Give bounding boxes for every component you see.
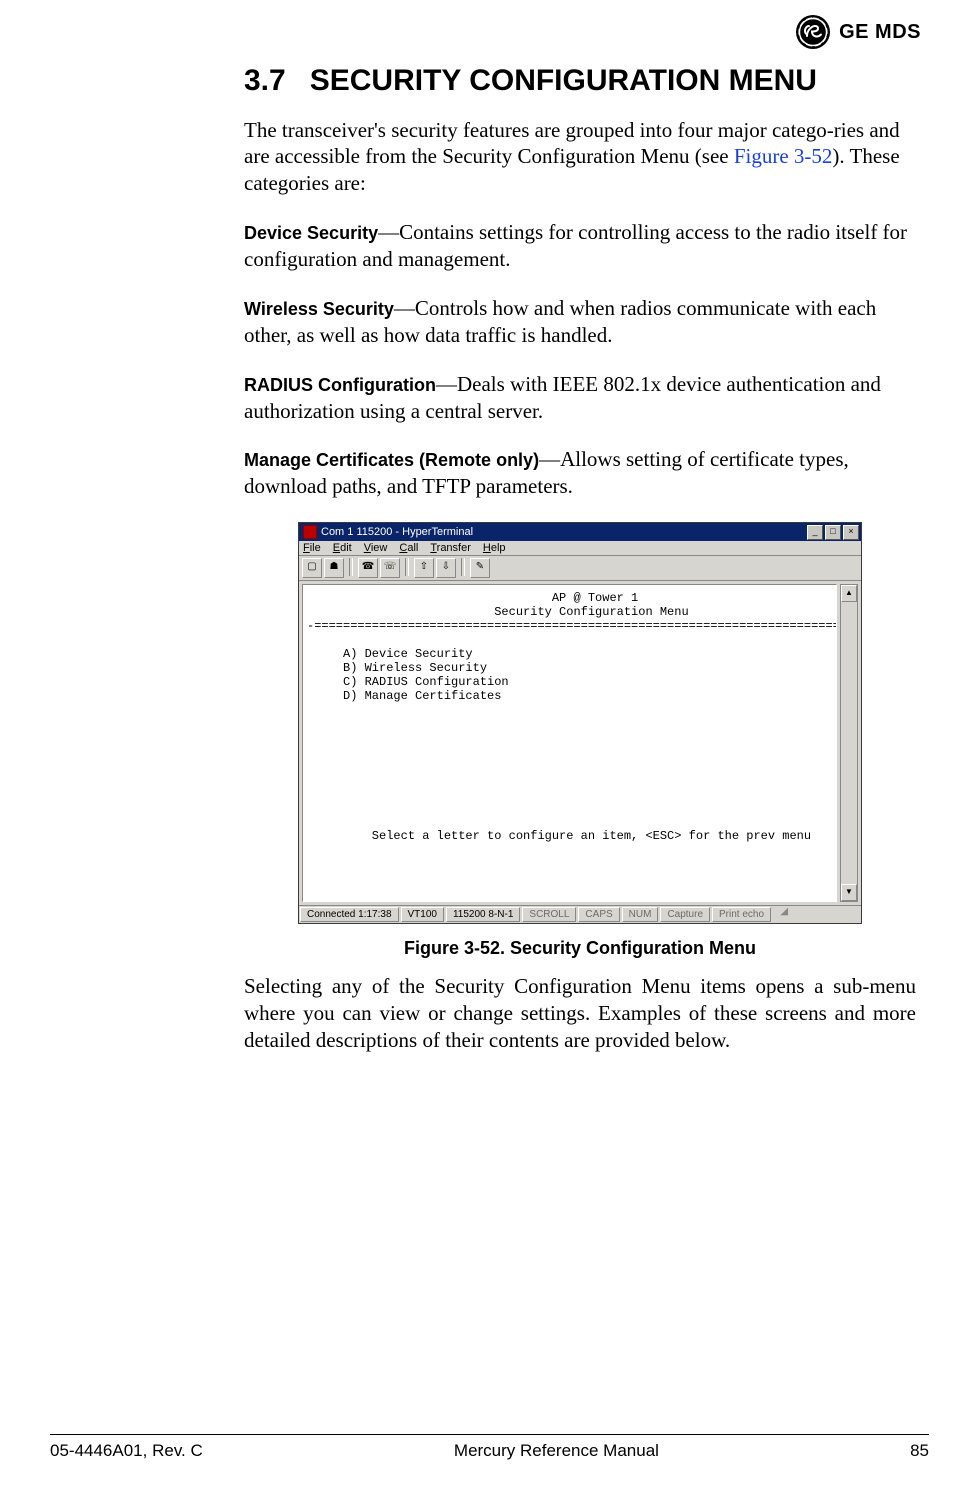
window-title: Com 1 115200 - HyperTerminal [321,526,473,538]
term: Wireless Security [244,299,394,319]
page-footer: 05-4446A01, Rev. C Mercury Reference Man… [50,1434,929,1461]
item-manage-certs: Manage Certificates (Remote only)—Allows… [244,446,916,500]
term: RADIUS Configuration [244,375,436,395]
item-device-security: Device Security—Contains settings for co… [244,219,916,273]
toolbar-call-icon[interactable]: ☎ [358,558,378,578]
menubar: File Edit View Call Transfer Help [299,541,861,556]
after-paragraph: Selecting any of the Security Configurat… [244,973,916,1054]
menu-help[interactable]: Help [483,542,506,554]
menu-file[interactable]: File [303,542,321,554]
status-emulation: VT100 [401,907,444,922]
statusbar: Connected 1:17:38 VT100 115200 8-N-1 SCR… [299,905,861,923]
section-heading: 3.7 SECURITY CONFIGURATION MENU [244,64,916,99]
brand-mds: MDS [875,21,921,43]
figure-screenshot: Com 1 115200 - HyperTerminal _ □ × File … [298,522,862,924]
section-title: SECURITY CONFIGURATION MENU [310,64,817,99]
brand-ge: GE [839,21,869,43]
item-radius-config: RADIUS Configuration—Deals with IEEE 802… [244,371,916,425]
figure-caption: Figure 3-52. Security Configuration Menu [244,938,916,959]
status-capture: Capture [660,907,710,922]
scroll-down-icon[interactable]: ▼ [841,884,857,901]
intro-paragraph: The transceiver's security features are … [244,117,916,198]
section-number: 3.7 [244,64,286,99]
status-time: Connected 1:17:38 [300,907,399,922]
ge-monogram-icon [795,14,831,50]
footer-page-number: 85 [910,1441,929,1461]
term: Device Security [244,223,378,243]
toolbar-hangup-icon[interactable]: ☏ [380,558,400,578]
term: Manage Certificates (Remote only) [244,450,539,470]
status-caps: CAPS [578,907,619,922]
footer-doc-id: 05-4446A01, Rev. C [50,1441,203,1461]
app-icon [303,525,317,539]
menu-call[interactable]: Call [399,542,418,554]
terminal-pane[interactable]: AP @ Tower 1 Security Configuration Menu… [302,584,837,902]
figure-xref[interactable]: Figure 3-52 [734,144,833,168]
status-echo: Print echo [712,907,771,922]
toolbar-new-icon[interactable]: ▢ [302,558,322,578]
terminal-content: AP @ Tower 1 Security Configuration Menu… [307,591,832,843]
menu-view[interactable]: View [364,542,388,554]
close-button[interactable]: × [843,525,859,540]
status-scroll: SCROLL [522,907,576,922]
toolbar-recv-icon[interactable]: ⇩ [436,558,456,578]
toolbar-send-icon[interactable]: ⇧ [414,558,434,578]
status-port: 115200 8-N-1 [446,907,520,922]
brand-logo: GE MDS [795,14,921,50]
menu-edit[interactable]: Edit [333,542,352,554]
scroll-up-icon[interactable]: ▲ [841,585,857,602]
resize-grip-icon[interactable]: ◢ [772,906,790,923]
scrollbar[interactable]: ▲ ▼ [840,584,858,902]
minimize-button[interactable]: _ [807,525,823,540]
menu-transfer[interactable]: Transfer [430,542,471,554]
item-wireless-security: Wireless Security—Controls how and when … [244,295,916,349]
toolbar: ▢ ☗ ☎ ☏ ⇧ ⇩ ✎ [299,556,861,581]
window-titlebar: Com 1 115200 - HyperTerminal _ □ × [299,523,861,541]
status-num: NUM [622,907,659,922]
toolbar-props-icon[interactable]: ✎ [470,558,490,578]
maximize-button[interactable]: □ [825,525,841,540]
footer-title: Mercury Reference Manual [454,1441,659,1461]
hyperterminal-window: Com 1 115200 - HyperTerminal _ □ × File … [298,522,862,924]
toolbar-open-icon[interactable]: ☗ [324,558,344,578]
